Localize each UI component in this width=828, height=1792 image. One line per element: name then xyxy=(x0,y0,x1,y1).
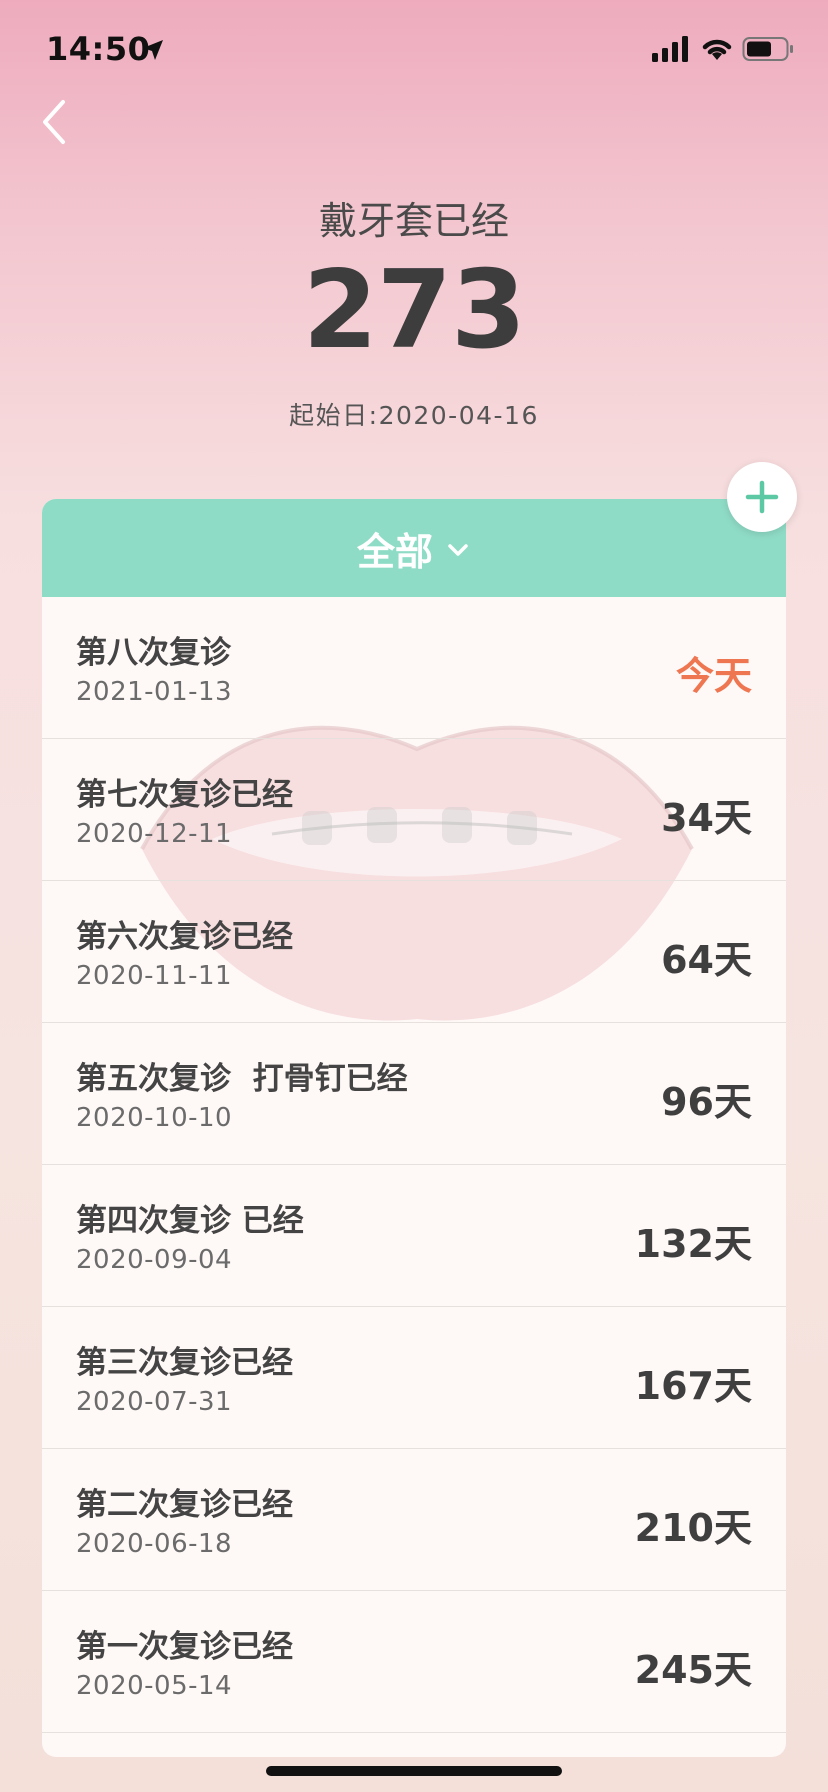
wifi-icon xyxy=(702,39,732,60)
item-days: 245天 xyxy=(634,1648,752,1692)
item-date: 2020-12-11 xyxy=(76,819,233,849)
item-date: 2020-11-11 xyxy=(76,961,233,991)
list-item[interactable]: 第六次复诊已经 2020-11-11 64天 xyxy=(42,881,786,1023)
page-title: 戴牙套已经 xyxy=(318,199,509,243)
status-bar: 14:50 xyxy=(0,0,828,100)
list-item[interactable]: 第八次复诊 2021-01-13 今天 xyxy=(42,597,786,739)
item-date: 2020-09-04 xyxy=(76,1245,233,1275)
location-arrow-icon xyxy=(143,40,163,60)
add-record-button[interactable] xyxy=(727,462,797,532)
back-button[interactable] xyxy=(34,92,94,152)
item-date: 2020-07-31 xyxy=(76,1387,233,1417)
item-days: 167天 xyxy=(634,1364,752,1408)
item-title: 第七次复诊已经 xyxy=(76,777,293,813)
filter-label: 全部 xyxy=(356,529,433,574)
item-days: 210天 xyxy=(634,1506,752,1550)
cellular-signal-icon xyxy=(652,36,688,62)
status-time: 14:50 xyxy=(46,30,151,68)
list-item[interactable]: 第五次复诊 打骨钉已经 2020-10-10 96天 xyxy=(42,1023,786,1165)
plus-icon xyxy=(745,480,779,514)
item-days: 132天 xyxy=(634,1222,752,1266)
item-title: 第三次复诊已经 xyxy=(76,1345,293,1381)
start-date: 起始日:2020-04-16 xyxy=(289,401,539,430)
item-days: 64天 xyxy=(661,938,752,982)
list-item[interactable]: 第一次复诊已经 2020-05-14 245天 xyxy=(42,1591,786,1733)
list-item[interactable]: 第七次复诊已经 2020-12-11 34天 xyxy=(42,739,786,881)
item-title: 第六次复诊已经 xyxy=(76,919,293,955)
item-title: 第八次复诊 xyxy=(76,635,231,671)
item-date: 2020-06-18 xyxy=(76,1529,233,1559)
item-title: 第二次复诊已经 xyxy=(76,1487,293,1523)
day-count: 273 xyxy=(302,248,526,373)
records-card: 全部 第八次复诊 2021-01-13 今天 第七次复诊已经 2020-12-1… xyxy=(42,499,786,1757)
list-item[interactable]: 第四次复诊 已经 2020-09-04 132天 xyxy=(42,1165,786,1307)
filter-dropdown[interactable]: 全部 xyxy=(42,499,786,597)
item-days: 96天 xyxy=(661,1080,752,1124)
home-indicator[interactable] xyxy=(266,1766,562,1776)
item-days: 今天 xyxy=(675,654,752,698)
item-title: 第四次复诊 已经 xyxy=(76,1203,304,1239)
item-title: 第五次复诊 打骨钉已经 xyxy=(76,1061,408,1097)
item-date: 2020-05-14 xyxy=(76,1671,233,1701)
item-days: 34天 xyxy=(661,796,752,840)
battery-icon xyxy=(742,37,793,61)
chevron-down-icon xyxy=(448,544,468,556)
item-date: 2021-01-13 xyxy=(76,677,233,707)
item-title: 第一次复诊已经 xyxy=(76,1629,293,1665)
records-list: 第八次复诊 2021-01-13 今天 第七次复诊已经 2020-12-11 3… xyxy=(42,597,786,1733)
chevron-left-icon xyxy=(43,100,65,144)
item-date: 2020-10-10 xyxy=(76,1103,233,1133)
list-item[interactable]: 第二次复诊已经 2020-06-18 210天 xyxy=(42,1449,786,1591)
list-item[interactable]: 第三次复诊已经 2020-07-31 167天 xyxy=(42,1307,786,1449)
